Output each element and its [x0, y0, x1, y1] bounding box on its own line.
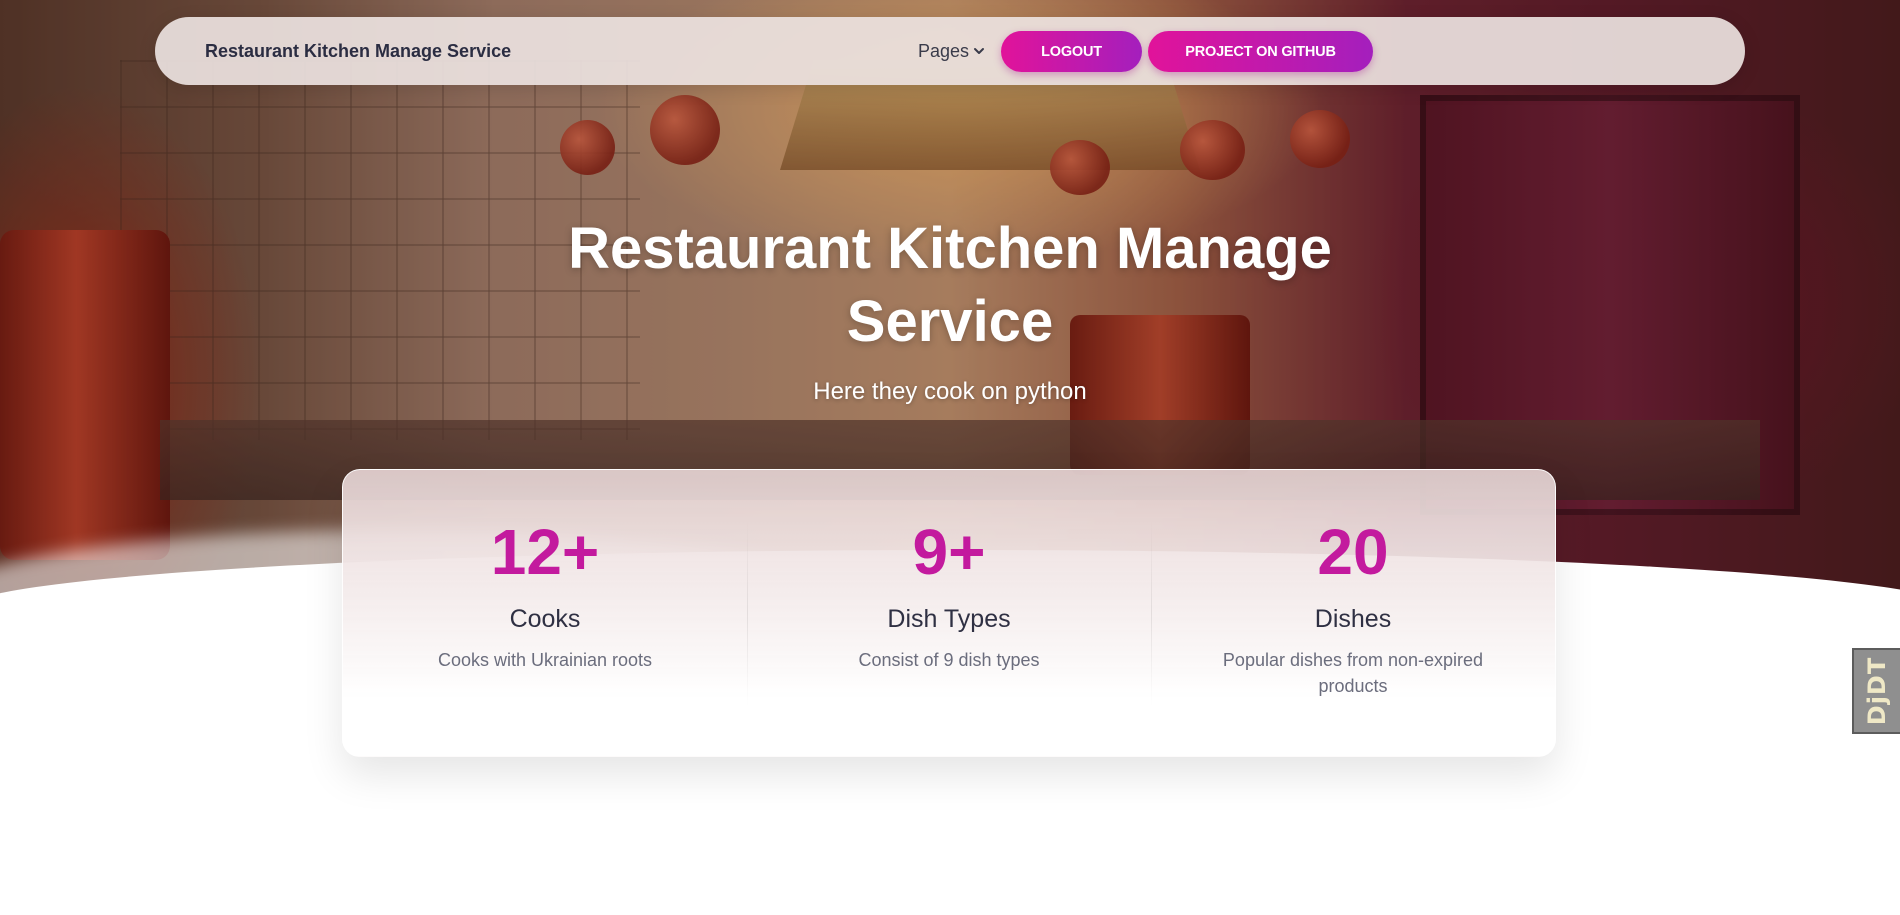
stat-description: Consist of 9 dish types	[858, 650, 1040, 670]
stat-title: Cooks	[509, 605, 581, 633]
stat-dishes: 20 Dishes Popular dishes from non-expire…	[1151, 470, 1555, 756]
hero-title: Restaurant Kitchen Manage Service	[450, 212, 1450, 358]
stat-description: Cooks with Ukrainian roots	[437, 650, 653, 670]
github-project-button[interactable]: PROJECT ON GITHUB	[1148, 31, 1373, 72]
stat-description: Popular dishes from non-expired products	[1222, 650, 1484, 696]
brand-link[interactable]: Restaurant Kitchen Manage Service	[205, 17, 511, 85]
navbar: Restaurant Kitchen Manage Service Pages …	[155, 17, 1745, 85]
stats-card: 12+ Cooks Cooks with Ukrainian roots 9+ …	[342, 469, 1556, 757]
stat-dish-types: 9+ Dish Types Consist of 9 dish types	[747, 470, 1151, 756]
stat-cooks: 12+ Cooks Cooks with Ukrainian roots	[343, 470, 747, 756]
hero-title-line2: Service	[846, 289, 1054, 354]
stat-value: 20	[1317, 516, 1389, 588]
hero-subtitle: Here they cook on python	[813, 378, 1087, 405]
pages-label: Pages	[918, 40, 970, 61]
debug-toolbar-handle[interactable]: DjDT	[1852, 648, 1900, 734]
stat-value: 9+	[912, 516, 986, 588]
stat-value: 12+	[490, 516, 600, 588]
hero-title-line1: Restaurant Kitchen Manage	[568, 216, 1332, 281]
stat-title: Dish Types	[887, 605, 1011, 633]
chevron-down-icon	[973, 45, 985, 60]
debug-toolbar-label: DjDT	[1863, 656, 1892, 726]
pages-dropdown[interactable]: Pages	[918, 17, 985, 85]
stat-title: Dishes	[1314, 605, 1392, 633]
logout-button[interactable]: LOGOUT	[1001, 31, 1142, 72]
